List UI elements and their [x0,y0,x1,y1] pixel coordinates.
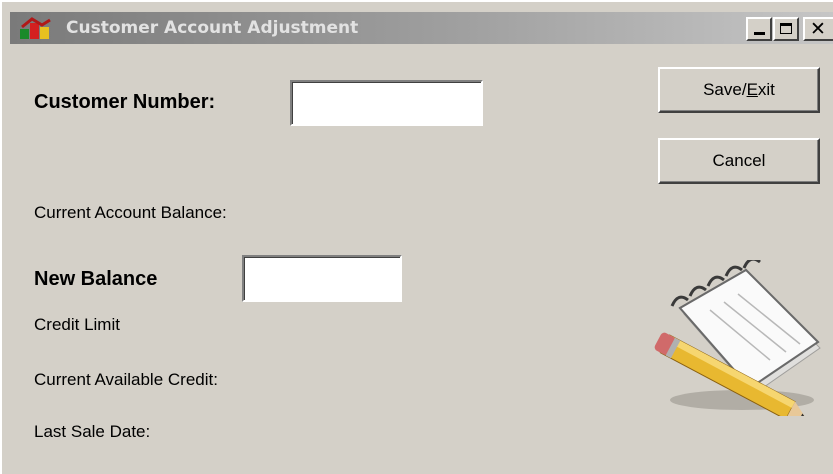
save-exit-label-pre: Save/ [703,80,747,99]
current-available-credit-label: Current Available Credit: [34,370,218,389]
title-bar[interactable]: Customer Account Adjustment ✕ [10,12,833,44]
save-exit-button[interactable]: Save/Exit [658,67,820,113]
new-balance-input[interactable] [242,255,402,302]
maximize-button[interactable] [773,17,799,41]
customer-number-label: Customer Number: [34,91,216,113]
customer-account-adjustment-window: Customer Account Adjustment ✕ Customer N… [0,0,833,474]
customer-number-input[interactable] [290,80,483,126]
save-exit-mnemonic: E [746,80,758,99]
last-sale-date-label: Last Sale Date: [34,422,151,441]
minimize-button[interactable] [746,17,772,41]
cancel-button[interactable]: Cancel [658,138,820,184]
close-icon: ✕ [810,18,826,40]
cancel-label: Cancel [712,151,766,170]
save-exit-label-post: xit [757,80,775,99]
new-balance-label: New Balance [34,268,158,290]
minimize-icon [754,32,765,35]
notepad-pencil-icon [654,260,821,416]
maximize-icon [780,23,792,34]
credit-limit-label: Credit Limit [34,315,120,334]
close-button[interactable]: ✕ [803,17,833,41]
current-account-balance-label: Current Account Balance: [34,203,227,222]
window-title: Customer Account Adjustment [66,18,359,38]
app-logo-icon [20,17,51,39]
